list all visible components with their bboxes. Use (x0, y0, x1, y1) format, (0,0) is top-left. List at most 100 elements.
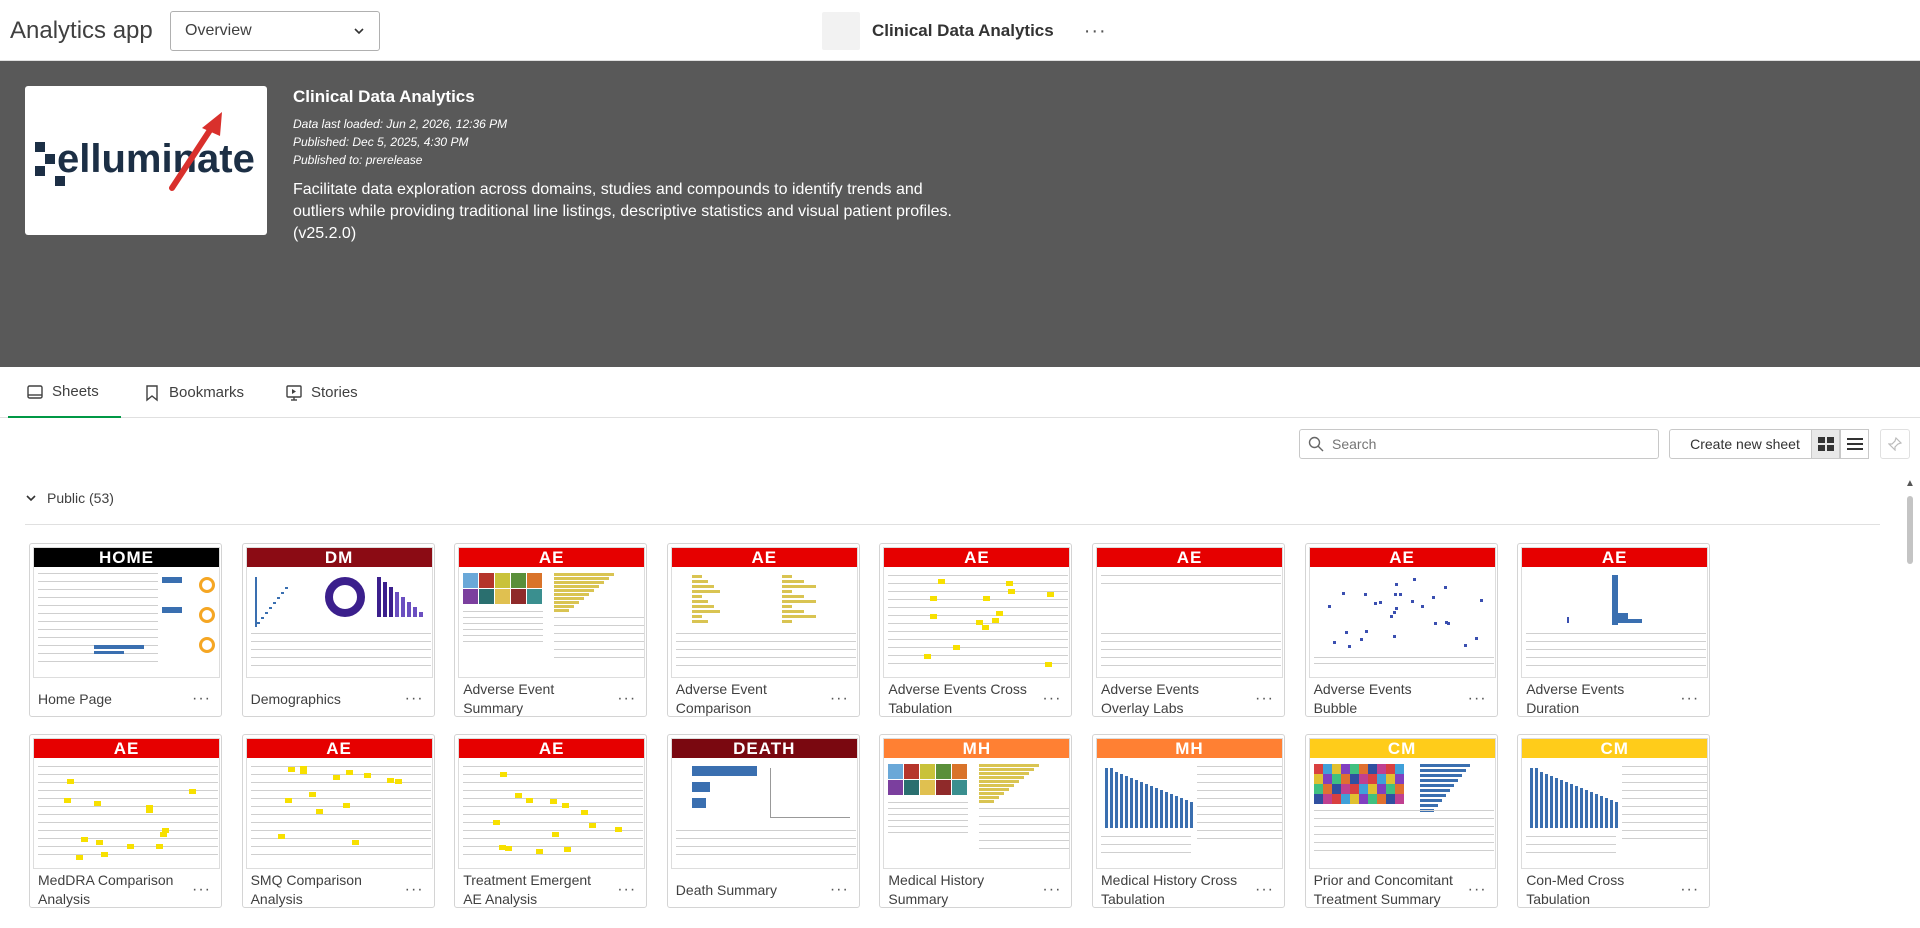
sheet-more-options-button[interactable]: ··· (1680, 690, 1699, 708)
preview-line (1197, 774, 1282, 775)
preview-block (953, 645, 961, 650)
preview-block (76, 855, 83, 860)
sheet-more-options-button[interactable]: ··· (1468, 881, 1487, 899)
scroll-up-icon[interactable]: ▲ (1905, 478, 1915, 489)
sheet-thumbnail: AE (1521, 547, 1709, 678)
preview-line (1622, 814, 1708, 815)
preview-block (1344, 631, 1348, 634)
public-sheets-section-toggle[interactable]: Public (53) (25, 490, 114, 506)
sheet-more-options-button[interactable]: ··· (1255, 881, 1274, 899)
sheet-more-options-button[interactable]: ··· (1468, 690, 1487, 708)
sheet-search[interactable] (1299, 429, 1659, 459)
preview-block (781, 605, 792, 608)
navigation-dropdown-value: Overview (185, 22, 252, 39)
app-more-options-button[interactable]: ··· (1084, 20, 1107, 43)
sheet-more-options-button[interactable]: ··· (405, 690, 424, 708)
vertical-scrollbar[interactable]: ▲ (1903, 478, 1917, 928)
sheet-card[interactable]: CM Prior and Concomitant Treatment Summar… (1304, 734, 1498, 908)
tab-sheets[interactable]: Sheets (8, 367, 121, 418)
sheet-card[interactable]: AE Adverse Events Overlay Labs ··· (1092, 543, 1285, 717)
sheet-card[interactable]: AE Adverse Events Bubble ··· (1304, 543, 1498, 717)
preview-line (675, 838, 856, 839)
scroll-thumb[interactable] (1907, 496, 1913, 564)
preview-block (515, 793, 523, 798)
sheet-title: Adverse Events Overlay Labs (1101, 681, 1200, 716)
preview-block (463, 589, 479, 604)
preview-line (1101, 633, 1281, 634)
sheet-card[interactable]: HOME Home Page ··· (29, 543, 222, 717)
preview-block (1105, 768, 1108, 828)
create-new-sheet-button[interactable]: Create new sheet (1669, 429, 1821, 459)
sheet-card[interactable]: AE Adverse Events Cross Tabulation ··· (879, 543, 1073, 717)
preview-block (1535, 768, 1539, 828)
preview-line (1526, 836, 1617, 837)
search-input[interactable] (1332, 436, 1632, 452)
preview-line (1101, 641, 1281, 642)
sheet-more-options-button[interactable]: ··· (617, 881, 636, 899)
sheet-more-options-button[interactable]: ··· (1042, 690, 1061, 708)
grid-view-button[interactable] (1811, 429, 1840, 459)
sheet-card[interactable]: AE Treatment Emergent AE Analysis ··· (454, 734, 648, 908)
sheet-more-options-button[interactable]: ··· (1680, 881, 1699, 899)
preview-block (495, 573, 511, 588)
preview-line (888, 591, 1069, 592)
preview-block (1419, 764, 1470, 767)
sheet-card[interactable]: CM Con-Med Cross Tabulation ··· (1517, 734, 1711, 908)
sheet-more-options-button[interactable]: ··· (405, 881, 424, 899)
sheet-card[interactable]: DM Demographics ··· (241, 543, 435, 717)
sheet-card[interactable]: AE SMQ Comparison Analysis ··· (241, 734, 435, 908)
preview-line (1197, 790, 1282, 791)
preview-line (250, 782, 431, 783)
preview-line (38, 589, 158, 590)
preview-block (691, 585, 714, 588)
preview-block (781, 610, 804, 613)
sheet-card[interactable]: DEATH Death Summary ··· (666, 734, 860, 908)
sheet-title: Medical History Summary (888, 872, 985, 907)
preview-block (1433, 622, 1437, 625)
pin-button[interactable] (1880, 429, 1910, 459)
preview-line (463, 838, 644, 839)
preview-block (527, 589, 543, 604)
preview-block (1358, 784, 1368, 794)
sheet-card[interactable]: AE Adverse Event Comparison ··· (666, 543, 860, 717)
sheet-card[interactable]: AE MedDRA Comparison Analysis ··· (29, 734, 222, 908)
preview-block (930, 596, 938, 601)
sheet-more-options-button[interactable]: ··· (830, 690, 849, 708)
sheet-card[interactable]: MH Medical History Cross Tabulation ··· (1092, 734, 1285, 908)
preview-block (284, 587, 288, 589)
navigation-dropdown[interactable]: Overview (170, 11, 380, 51)
sheet-more-options-button[interactable]: ··· (617, 690, 636, 708)
preview-block (1150, 786, 1153, 828)
preview-block (564, 847, 572, 852)
preview-block (1419, 774, 1462, 777)
preview-line (38, 661, 158, 662)
preview-block (1419, 789, 1450, 792)
preview-block (936, 780, 952, 795)
list-view-button[interactable] (1840, 429, 1869, 459)
sheet-preview (884, 758, 1070, 868)
preview-block (1419, 799, 1442, 802)
preview-line (1101, 575, 1281, 576)
sheet-more-options-button[interactable]: ··· (1255, 690, 1274, 708)
sheet-preview (1310, 567, 1495, 677)
sheet-card[interactable]: AE Adverse Events Duration ··· (1517, 543, 1711, 717)
sheet-card[interactable]: MH Medical History Summary ··· (879, 734, 1073, 908)
preview-line (1101, 657, 1281, 658)
preview-line (1622, 806, 1708, 807)
preview-line (38, 782, 218, 783)
preview-block (1313, 784, 1323, 794)
sheet-more-options-button[interactable]: ··· (192, 690, 211, 708)
sheet-more-options-button[interactable]: ··· (830, 881, 849, 899)
sheet-card[interactable]: AE Adverse Event Summary ··· (454, 543, 648, 717)
preview-block (1130, 778, 1133, 828)
tab-bookmarks[interactable]: Bookmarks (143, 367, 244, 418)
published-to: Published to: prerelease (293, 153, 423, 167)
tab-stories[interactable]: Stories (285, 367, 358, 418)
preview-line (1313, 826, 1494, 827)
sheet-more-options-button[interactable]: ··· (1042, 881, 1061, 899)
preview-line (675, 657, 856, 658)
sheet-more-options-button[interactable]: ··· (192, 881, 211, 899)
app-title: Analytics app (10, 17, 153, 44)
preview-block (1394, 784, 1404, 794)
preview-block (1120, 774, 1123, 828)
